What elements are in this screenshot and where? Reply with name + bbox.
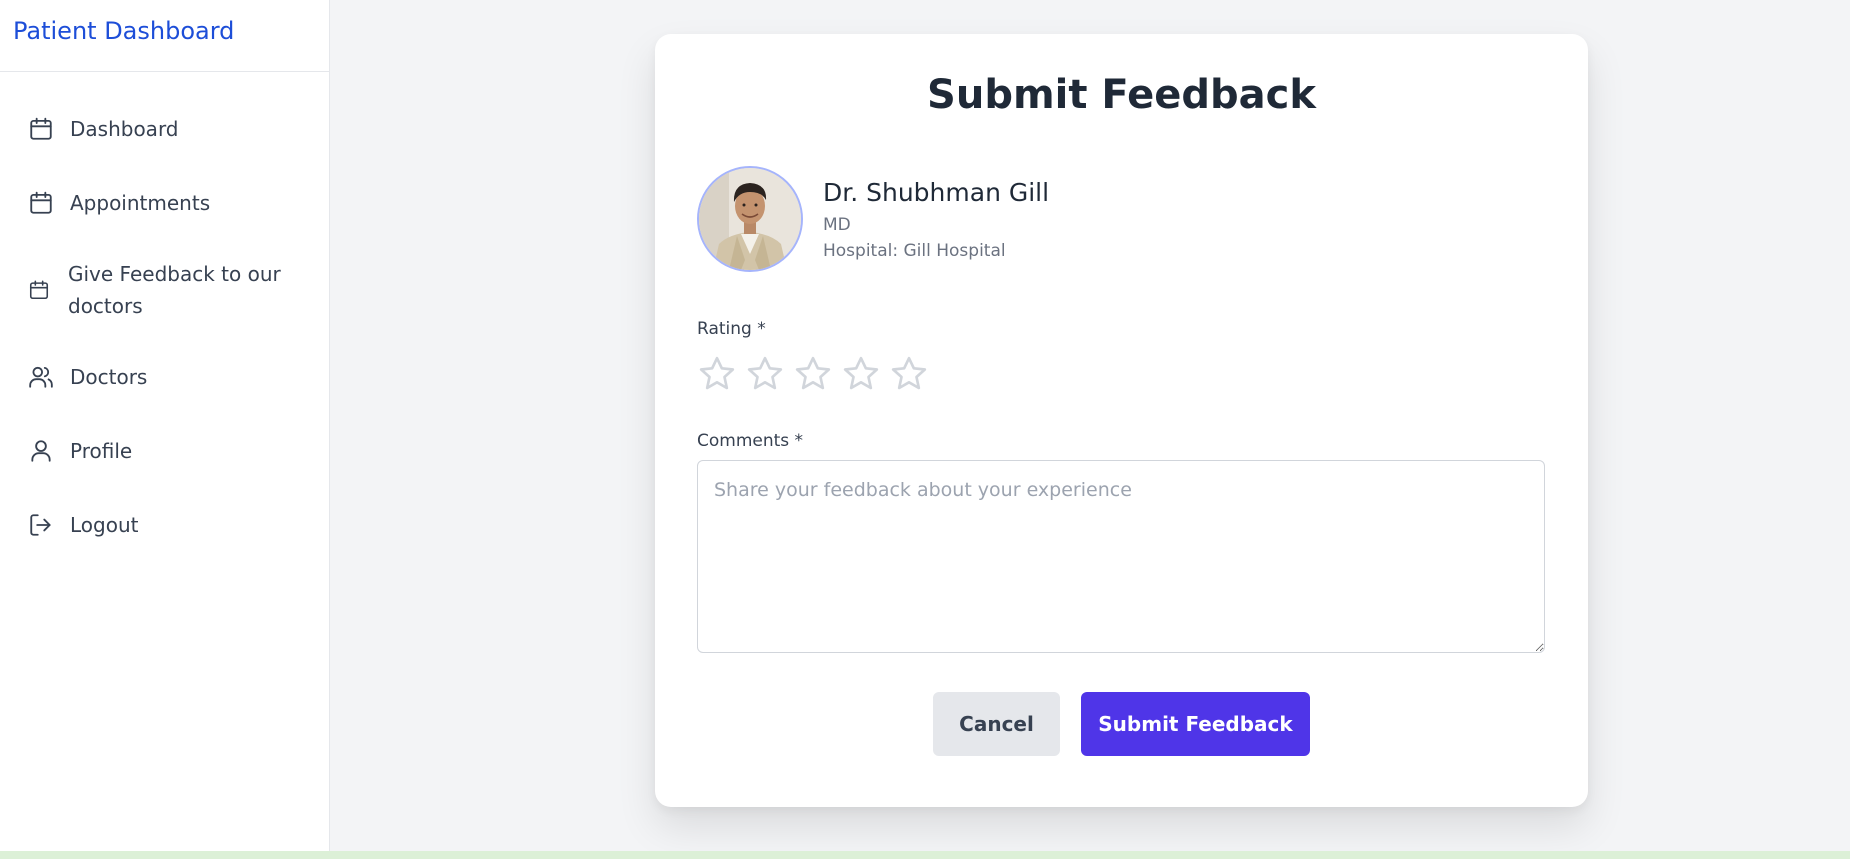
submit-feedback-button[interactable]: Submit Feedback [1081, 692, 1310, 756]
user-icon [28, 438, 54, 464]
bottom-strip [0, 851, 1850, 859]
comments-input[interactable] [697, 460, 1545, 653]
comments-label: Comments * [697, 431, 804, 451]
logout-icon [28, 512, 54, 538]
calendar-icon [28, 116, 54, 142]
doctor-summary: Dr. Shubhman Gill MD Hospital: Gill Hosp… [697, 166, 1546, 272]
rating-label: Rating * [697, 319, 766, 339]
star-1-icon[interactable] [697, 354, 737, 394]
sidebar-item-appointments[interactable]: Appointments [0, 166, 329, 240]
users-icon [28, 364, 54, 390]
sidebar-brand: Patient Dashboard [0, 0, 329, 72]
doctor-avatar [697, 166, 803, 272]
sidebar-item-label: Doctors [70, 365, 148, 389]
calendar-icon [28, 190, 54, 216]
sidebar-item-label: Logout [70, 513, 139, 537]
sidebar-item-label: Profile [70, 439, 133, 463]
doctor-degree: MD [823, 215, 851, 235]
calendar-icon [28, 277, 50, 303]
feedback-card: Submit Feedback Dr. Shubhman Gill MD Hos… [655, 34, 1588, 807]
sidebar-nav: Dashboard Appointments Give Feedback to … [0, 72, 329, 562]
sidebar-item-profile[interactable]: Profile [0, 414, 329, 488]
sidebar-item-label: Dashboard [70, 117, 179, 141]
sidebar-item-doctors[interactable]: Doctors [0, 340, 329, 414]
sidebar-item-give-feedback[interactable]: Give Feedback to our doctors [0, 240, 329, 340]
star-3-icon[interactable] [793, 354, 833, 394]
sidebar-item-logout[interactable]: Logout [0, 488, 329, 562]
star-5-icon[interactable] [889, 354, 929, 394]
doctor-hospital: Hospital: Gill Hospital [823, 241, 1006, 261]
star-rating [697, 354, 1546, 394]
form-actions: Cancel Submit Feedback [697, 692, 1546, 756]
app-root: Patient Dashboard Dashboard Appointments… [0, 0, 1850, 859]
doctor-name: Dr. Shubhman Gill [823, 178, 1050, 207]
page-title: Submit Feedback [927, 72, 1316, 118]
sidebar-item-dashboard[interactable]: Dashboard [0, 92, 329, 166]
sidebar: Patient Dashboard Dashboard Appointments… [0, 0, 330, 851]
star-4-icon[interactable] [841, 354, 881, 394]
sidebar-item-label: Appointments [70, 191, 211, 215]
doctor-info: Dr. Shubhman Gill MD Hospital: Gill Hosp… [823, 166, 1049, 261]
sidebar-item-label: Give Feedback to our doctors [68, 262, 281, 318]
star-2-icon[interactable] [745, 354, 785, 394]
cancel-button[interactable]: Cancel [933, 692, 1060, 756]
